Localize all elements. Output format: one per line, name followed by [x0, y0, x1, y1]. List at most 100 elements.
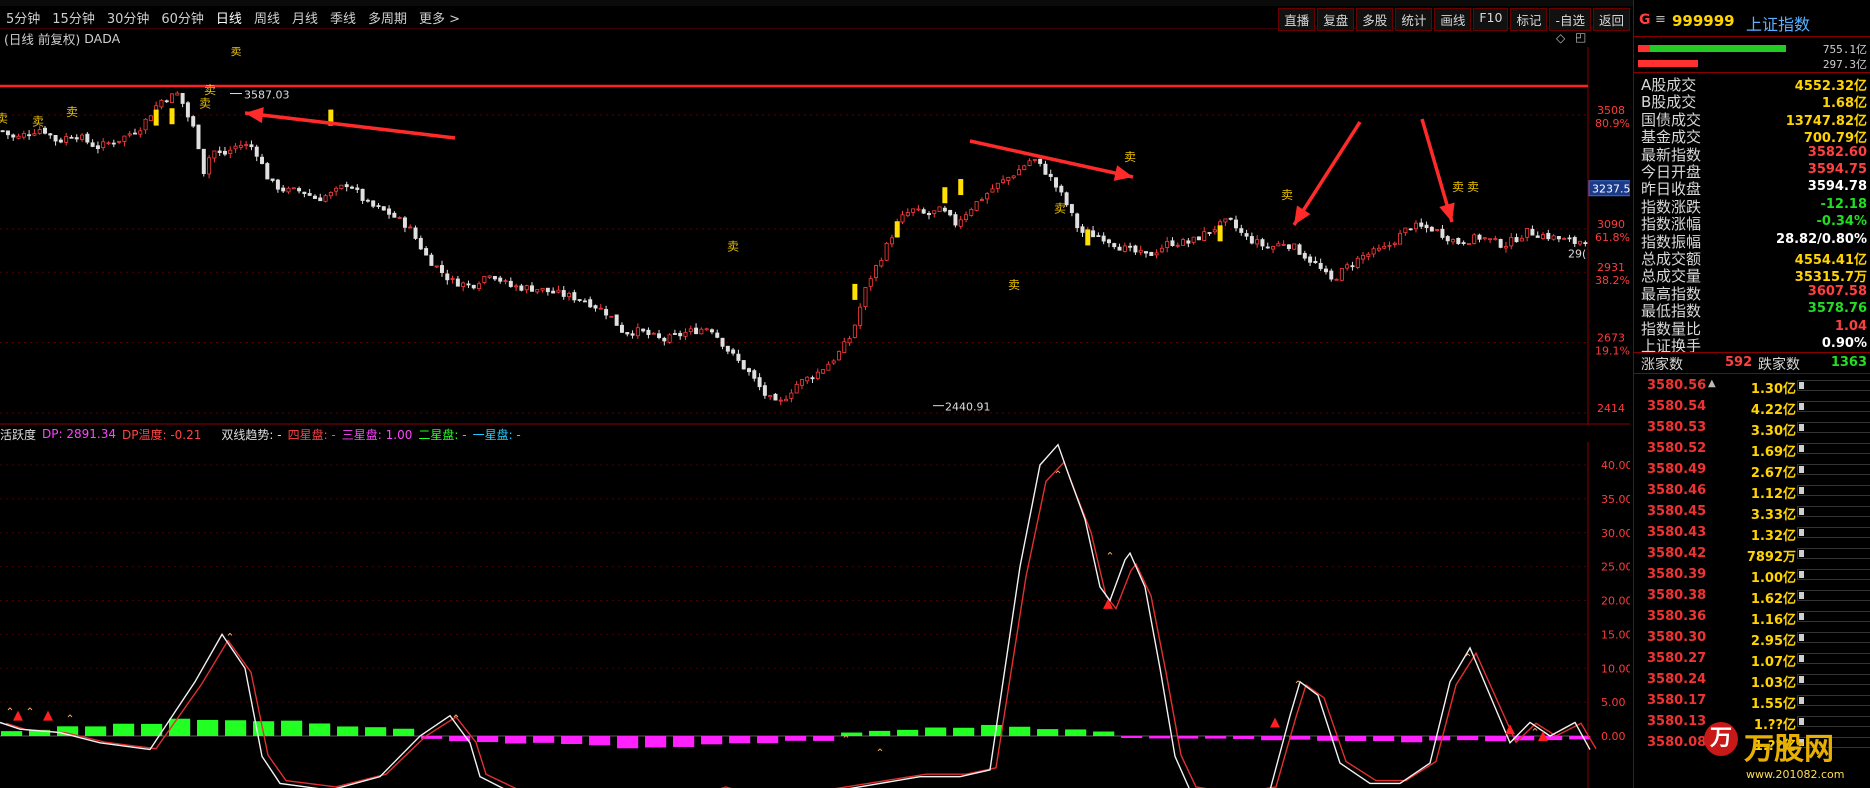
indicator-name[interactable]: DADA: [84, 31, 120, 46]
candle-body: [466, 283, 471, 286]
group-badge[interactable]: G: [1639, 12, 1651, 28]
candle: [1175, 242, 1180, 249]
price-axis-label: 2931: [1597, 261, 1625, 274]
tick-volume-fill: [1799, 697, 1804, 704]
candle-body: [1260, 239, 1265, 247]
candle-body: [132, 132, 137, 135]
candle: [381, 206, 386, 211]
tool-button[interactable]: F10: [1473, 8, 1509, 31]
candle: [1361, 251, 1366, 264]
tick-row[interactable]: 3580.56 ▲ 1.30亿: [1634, 376, 1870, 397]
candle-body: [233, 145, 238, 150]
tick-row[interactable]: 3580.46 1.12亿: [1634, 481, 1870, 502]
period-tab[interactable]: 月线: [286, 8, 324, 27]
tick-volume-box: [1797, 548, 1870, 559]
candle: [1376, 244, 1381, 253]
candle-body: [1196, 236, 1201, 241]
candle: [540, 287, 545, 293]
histogram-bar: [1429, 736, 1451, 741]
percent-axis-label: 80.9%: [1595, 117, 1630, 130]
tick-row[interactable]: 3580.30 2.95亿: [1634, 628, 1870, 649]
candle: [440, 260, 444, 277]
tick-row[interactable]: 3580.17 1.55亿: [1634, 691, 1870, 712]
tool-button[interactable]: 返回: [1592, 8, 1630, 31]
oscillator-chart[interactable]: 40.00 35.00 30.00 25.00 20.00 15.00 10.00 5.00 0…: [0, 442, 1630, 788]
sell-marker: 卖: [66, 105, 78, 119]
candle: [911, 208, 916, 217]
candle: [1133, 244, 1138, 255]
sell-marker: 卖: [1054, 202, 1066, 216]
candle-body: [270, 178, 275, 181]
menu-icon[interactable]: ≡: [1655, 12, 1666, 27]
period-tab[interactable]: 30分钟: [101, 8, 156, 27]
candle: [1038, 158, 1043, 167]
candle-body: [1239, 228, 1244, 233]
tool-button[interactable]: 画线: [1434, 8, 1472, 31]
candle-body: [1011, 175, 1016, 179]
period-tab[interactable]: 季线: [324, 8, 362, 27]
candle: [1271, 245, 1276, 254]
histogram-bar: [393, 728, 415, 736]
period-tab[interactable]: 15分钟: [46, 8, 101, 27]
tick-row[interactable]: 3580.45 3.33亿: [1634, 502, 1870, 523]
histogram-bar: [337, 726, 359, 736]
tick-row[interactable]: 3580.36 1.16亿: [1634, 607, 1870, 628]
candlestick-chart[interactable]: 350880.9% 309061.8% 293138.2% 267319.1% 2414…: [0, 47, 1630, 425]
tool-button[interactable]: 标记: [1510, 8, 1548, 31]
period-tab[interactable]: 日线: [210, 8, 248, 27]
tick-row[interactable]: 3580.24 1.03亿: [1634, 670, 1870, 691]
signal-candle: [852, 283, 858, 300]
tick-row[interactable]: 3580.49 2.67亿: [1634, 460, 1870, 481]
adjust-mode-label[interactable]: (日线 前复权): [4, 29, 80, 48]
candle: [847, 335, 852, 346]
candle-body: [784, 398, 789, 402]
diamond-icon[interactable]: ◇: [1556, 31, 1565, 45]
candle: [360, 188, 365, 204]
period-tab[interactable]: 更多 >: [413, 8, 466, 27]
candle: [1398, 229, 1403, 245]
tool-button[interactable]: 统计: [1395, 8, 1433, 31]
tick-volume-box: [1797, 695, 1870, 706]
tick-row[interactable]: 3580.42 7892万: [1634, 544, 1870, 565]
candle: [1541, 232, 1545, 240]
candle-body: [122, 135, 127, 142]
tick-row[interactable]: 3580.54 4.22亿: [1634, 397, 1870, 418]
signal-candle: [894, 221, 900, 238]
candle-body: [1339, 268, 1344, 281]
period-tab[interactable]: 60分钟: [155, 8, 210, 27]
tool-button[interactable]: 直播: [1278, 8, 1316, 31]
candle-body: [1255, 239, 1260, 245]
candle: [1318, 258, 1323, 271]
candle: [577, 299, 582, 302]
tick-volume-box: [1797, 527, 1870, 538]
tick-row[interactable]: 3580.27 1.07亿: [1634, 649, 1870, 670]
up-count: 592: [1725, 355, 1753, 370]
tick-row[interactable]: 3580.39 1.00亿: [1634, 565, 1870, 586]
candle-body: [1366, 253, 1371, 257]
tool-buttons: 直播 复盘 多股 统计 画线 F10 标记 -自选 返回: [1276, 8, 1630, 31]
candle: [344, 181, 349, 192]
candle: [270, 178, 275, 183]
candle-body: [657, 333, 662, 339]
candle: [948, 209, 953, 217]
tool-button[interactable]: -自选: [1549, 8, 1591, 31]
tool-button[interactable]: 多股: [1356, 8, 1394, 31]
candle: [90, 139, 95, 148]
tick-row[interactable]: 3580.53 3.30亿: [1634, 418, 1870, 439]
candle-body: [1456, 237, 1461, 244]
signal-arrow-icon: ⌃: [225, 631, 234, 644]
tool-button[interactable]: 复盘: [1317, 8, 1355, 31]
restore-icon[interactable]: ◰: [1575, 30, 1586, 44]
tick-row[interactable]: 3580.43 1.32亿: [1634, 523, 1870, 544]
tick-row[interactable]: 3580.38 1.62亿: [1634, 586, 1870, 607]
candle: [535, 289, 540, 295]
candle: [1006, 176, 1011, 185]
period-tab[interactable]: 周线: [248, 8, 286, 27]
tick-row[interactable]: 3580.52 1.69亿: [1634, 439, 1870, 460]
period-tab[interactable]: 5分钟: [0, 8, 46, 27]
candle-body: [1371, 248, 1376, 255]
tick-price: 3580.36: [1647, 609, 1707, 624]
period-tab[interactable]: 多周期: [362, 8, 413, 27]
tick-price: 3580.54: [1647, 399, 1707, 414]
candle: [1186, 238, 1191, 248]
